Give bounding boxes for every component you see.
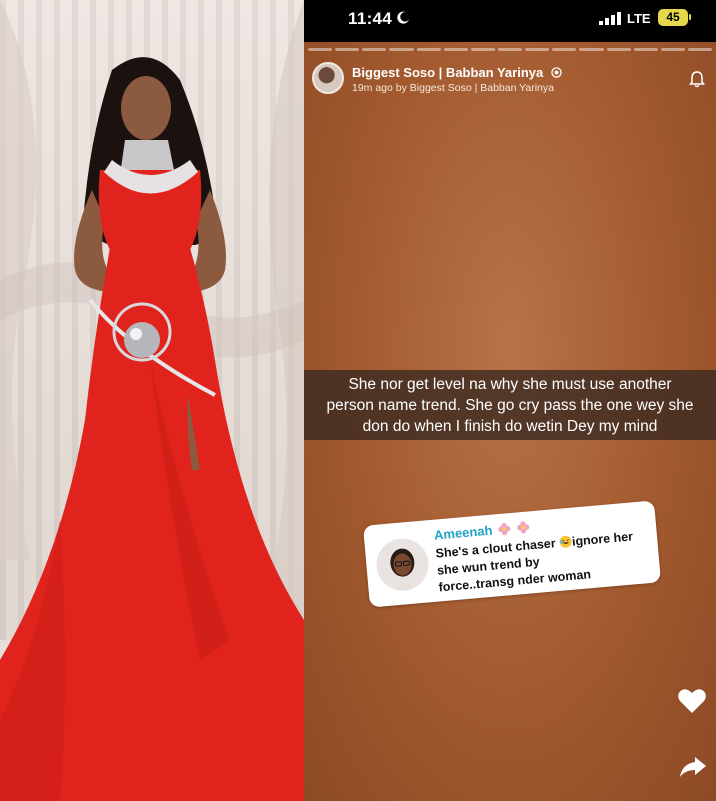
status-bar: 11:44 LTE 45 — [304, 0, 716, 42]
story-caption: She nor get level na why she must use an… — [304, 370, 716, 440]
flower-icon — [498, 523, 511, 536]
story-content[interactable]: Biggest Soso | Babban Yarinya 19m ago by… — [304, 42, 716, 801]
bitmoji-avatar-icon — [390, 548, 415, 592]
verified-icon — [551, 67, 562, 78]
progress-segment — [443, 48, 468, 51]
flower-icon — [516, 521, 530, 534]
posted-meta: 19m ago by Biggest Soso | Babban Yarinya — [352, 82, 554, 94]
comment-author-text: Ameenah — [433, 522, 494, 543]
comment-avatar — [374, 536, 431, 593]
progress-segment — [416, 48, 441, 51]
progress-segment — [525, 48, 550, 51]
progress-segment — [308, 48, 333, 51]
progress-segment — [633, 48, 658, 51]
progress-segment — [470, 48, 495, 51]
progress-segment — [497, 48, 523, 51]
story-screenshot: 11:44 LTE 45 Biggest Soso | Babban Yarin… — [304, 0, 716, 801]
caption-line-3: don do when I finish do wetin Dey my min… — [362, 417, 658, 435]
signal-icon — [599, 12, 621, 25]
account-avatar[interactable] — [312, 62, 344, 94]
caption-line-2: person name trend. She go cry pass the o… — [326, 396, 694, 414]
account-name-text: Biggest Soso | Babban Yarinya — [352, 65, 544, 80]
story-header: Biggest Soso | Babban Yarinya 19m ago by… — [312, 62, 708, 98]
photo-panel — [0, 0, 304, 801]
battery-tip — [689, 14, 691, 20]
woman-in-red-gown-photo — [0, 0, 304, 801]
moon-icon — [397, 11, 409, 24]
caption-line-1: She nor get level na why she must use an… — [348, 375, 672, 393]
progress-segment — [606, 48, 631, 51]
progress-segment — [552, 48, 577, 51]
progress-segment — [335, 48, 360, 51]
account-name[interactable]: Biggest Soso | Babban Yarinya — [352, 65, 562, 80]
battery-indicator: 45 — [658, 9, 688, 26]
comment-line-1-end: ignore her — [571, 529, 634, 549]
share-icon[interactable] — [679, 755, 707, 779]
story-progress-bar — [308, 48, 713, 51]
progress-segment — [660, 48, 685, 51]
progress-segment — [362, 48, 387, 51]
comment-sticker[interactable]: Ameenah She's a clout chaser ignore her … — [362, 500, 662, 608]
comment-line-3: force..transg — [438, 573, 515, 595]
progress-segment — [579, 48, 604, 51]
heart-icon[interactable] — [677, 687, 707, 715]
network-label: LTE — [627, 11, 651, 26]
progress-segment — [389, 48, 414, 51]
progress-segment — [687, 48, 713, 51]
bell-icon[interactable] — [688, 70, 706, 88]
status-time: 11:44 — [348, 9, 393, 28]
comment-line-3-end: nder woman — [516, 567, 592, 588]
laughing-emoji-icon — [559, 535, 572, 548]
